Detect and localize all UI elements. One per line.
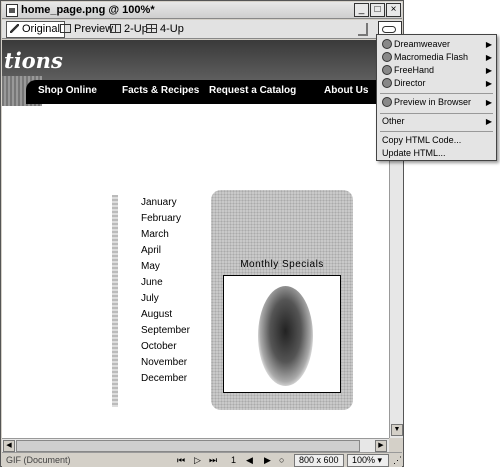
next-frame-icon[interactable]: ▶ (264, 455, 271, 466)
nav-shop-online[interactable]: Shop Online (38, 85, 97, 96)
portrait-image (258, 286, 313, 386)
close-button[interactable]: × (386, 3, 401, 17)
image-dimensions: 800 x 600 (294, 454, 344, 467)
horizontal-scroll-thumb[interactable] (16, 440, 360, 452)
specials-title: Monthly Specials (240, 259, 324, 270)
dreamweaver-icon (382, 39, 392, 49)
specials-photo-frame (223, 275, 341, 393)
nav-request-catalog[interactable]: Request a Catalog (209, 85, 296, 96)
nav-about-us[interactable]: About Us (324, 85, 368, 96)
menu-item-copy-html-code[interactable]: Copy HTML Code... (377, 134, 496, 147)
export-icon[interactable] (358, 23, 368, 36)
month-item[interactable]: June (141, 275, 190, 291)
pencil-icon (10, 24, 19, 33)
months-list: January February March April May June Ju… (141, 195, 190, 387)
month-item[interactable]: May (141, 259, 190, 275)
menu-item-dreamweaver[interactable]: Dreamweaver ▶ (377, 38, 496, 51)
preview-icon (60, 24, 71, 33)
menu-item-label: FreeHand (394, 65, 435, 75)
menu-item-freehand[interactable]: FreeHand ▶ (377, 64, 496, 77)
submenu-arrow-icon: ▶ (485, 40, 492, 49)
minimize-button[interactable]: _ (354, 3, 369, 17)
menu-item-label: Update HTML... (382, 148, 446, 158)
menu-item-label: Preview in Browser (394, 97, 472, 107)
nav-facts-recipes[interactable]: Facts & Recipes (122, 85, 199, 96)
menu-item-director[interactable]: Director ▶ (377, 77, 496, 90)
site-navbar: Shop Online Facts & Recipes Request a Ca… (26, 80, 389, 104)
tab-4-up-label: 4-Up (160, 23, 184, 35)
menu-separator (380, 131, 493, 132)
month-item[interactable]: April (141, 243, 190, 259)
submenu-arrow-icon: ▶ (485, 53, 492, 62)
month-item[interactable]: January (141, 195, 190, 211)
menu-item-label: Director (394, 78, 426, 88)
month-item[interactable]: August (141, 307, 190, 323)
browser-icon (382, 97, 392, 107)
horizontal-scrollbar[interactable]: ◀ ▶ (2, 438, 389, 452)
submenu-arrow-icon: ▶ (485, 66, 492, 75)
scroll-left-arrow[interactable]: ◀ (3, 440, 15, 452)
month-item[interactable]: February (141, 211, 190, 227)
zoom-level[interactable]: 100% ▾ (347, 454, 389, 467)
two-up-icon (110, 24, 121, 33)
quick-export-menu: Dreamweaver ▶ Macromedia Flash ▶ FreeHand ▶… (376, 34, 497, 161)
month-item[interactable]: November (141, 355, 190, 371)
menu-item-update-html[interactable]: Update HTML... (377, 147, 496, 160)
play-icon[interactable]: ▷ (194, 455, 201, 466)
status-bar: GIF (Document) ⏮ ▷ ⏭ 1 ◀ ▶ ○ 800 x 600 1… (2, 452, 402, 467)
banner-text: tions (4, 48, 63, 73)
month-item[interactable]: March (141, 227, 190, 243)
four-up-icon (146, 24, 157, 33)
menu-item-label: Dreamweaver (394, 39, 451, 49)
submenu-arrow-icon: ▶ (485, 117, 492, 126)
prev-frame-icon[interactable]: ◀ (246, 455, 253, 466)
chevron-down-icon: ▾ (377, 455, 383, 465)
title-bar[interactable]: home_page.png @ 100%* _ □ × (2, 2, 402, 19)
tab-4-up[interactable]: 4-Up (142, 21, 189, 38)
menu-item-label: Macromedia Flash (394, 52, 469, 62)
zoom-value: 100% (352, 455, 376, 465)
menu-item-preview-in-browser[interactable]: Preview in Browser ▶ (377, 96, 496, 109)
scroll-right-arrow[interactable]: ▶ (375, 440, 387, 452)
quick-export-icon (382, 26, 396, 33)
month-item[interactable]: September (141, 323, 190, 339)
month-item[interactable]: December (141, 371, 190, 387)
menu-item-macromedia-flash[interactable]: Macromedia Flash ▶ (377, 51, 496, 64)
document-canvas[interactable]: tions Shop Online Facts & Recipes Reques… (2, 40, 389, 438)
month-item[interactable]: July (141, 291, 190, 307)
menu-separator (380, 113, 493, 114)
document-window: home_page.png @ 100%* _ □ × Original Pre… (0, 0, 404, 467)
tab-original-label: Original (22, 23, 60, 35)
document-format: GIF (Document) (6, 455, 71, 465)
loop-icon[interactable]: ○ (279, 455, 284, 466)
flash-icon (382, 52, 392, 62)
menu-item-other[interactable]: Other ▶ (377, 115, 496, 128)
maximize-button[interactable]: □ (370, 3, 385, 17)
monthly-specials-panel: Monthly Specials (211, 190, 353, 410)
document-icon (6, 4, 18, 17)
director-icon (382, 78, 392, 88)
resize-grip-icon[interactable]: ⋰ (393, 455, 402, 466)
month-item[interactable]: October (141, 339, 190, 355)
last-frame-icon[interactable]: ⏭ (209, 455, 217, 466)
scroll-down-arrow[interactable]: ▼ (391, 424, 403, 436)
window-title: home_page.png @ 100%* (21, 4, 155, 16)
first-frame-icon[interactable]: ⏮ (177, 455, 185, 466)
menu-item-label: Other (382, 116, 405, 126)
menu-separator (380, 93, 493, 94)
frame-number: 1 (231, 455, 237, 465)
decorative-divider (112, 195, 118, 407)
submenu-arrow-icon: ▶ (485, 98, 492, 107)
view-toolbar: Original Preview 2-Up 4-Up (2, 20, 402, 39)
freehand-icon (382, 65, 392, 75)
menu-item-label: Copy HTML Code... (382, 135, 462, 145)
submenu-arrow-icon: ▶ (485, 79, 492, 88)
page-banner: tions (2, 40, 389, 80)
